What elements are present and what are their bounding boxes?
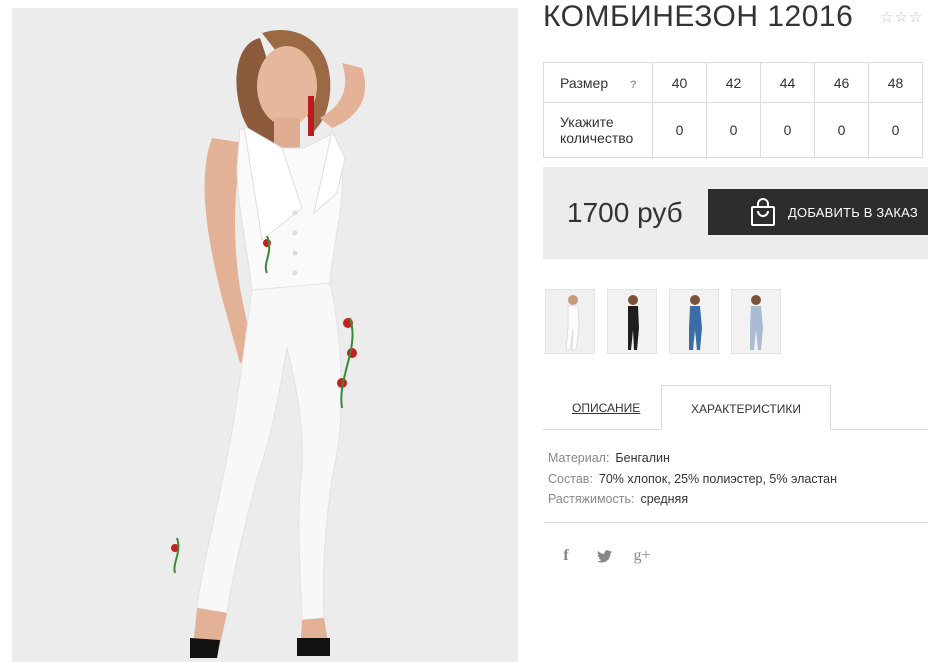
- product-photo[interactable]: [12, 8, 518, 662]
- spec-key: Растяжимость:: [548, 492, 635, 506]
- thumbnail-light-blue[interactable]: [731, 289, 781, 354]
- quantity-label-line1: Укажите: [560, 114, 614, 130]
- spec-row: Растяжимость: средняя: [548, 489, 837, 510]
- price-box: 1700 руб ДОБАВИТЬ В ЗАКАЗ: [543, 167, 928, 259]
- quantity-input[interactable]: 0: [652, 102, 707, 158]
- size-cell: 46: [814, 62, 869, 103]
- size-cell: 42: [706, 62, 761, 103]
- price-value: 1700 руб: [567, 197, 683, 228]
- size-row: Размер ? 40 42 44 46 48: [543, 62, 923, 103]
- quantity-input[interactable]: 0: [868, 102, 923, 158]
- thumbnail-black[interactable]: [607, 289, 657, 354]
- quantity-label-cell: Укажите количество: [543, 102, 653, 158]
- spec-value: средняя: [640, 492, 689, 506]
- specs-list: Материал: Бенгалин Состав: 70% хлопок, 25%…: [548, 448, 837, 510]
- quantity-input[interactable]: 0: [814, 102, 869, 158]
- size-cell: 40: [652, 62, 707, 103]
- spec-value: 70% хлопок, 25% полиэстер, 5% эластан: [598, 471, 838, 486]
- google-plus-icon[interactable]: g+: [631, 546, 653, 566]
- spec-value: Бенгалин: [615, 451, 670, 465]
- quantity-label-line2: количество: [560, 130, 634, 146]
- shopping-bag-icon: [750, 197, 776, 227]
- social-divider: [545, 522, 928, 523]
- quantity-input[interactable]: 0: [706, 102, 761, 158]
- product-tabs: ОПИСАНИЕ ХАРАКТЕРИСТИКИ: [543, 385, 928, 430]
- add-to-order-label: ДОБАВИТЬ В ЗАКАЗ: [788, 204, 918, 220]
- thumbnail-white[interactable]: [545, 289, 595, 354]
- spec-key: Материал:: [548, 451, 610, 465]
- facebook-icon[interactable]: f: [559, 546, 573, 566]
- size-cell: 48: [868, 62, 923, 103]
- product-title: КОМБИНЕЗОН 12016: [543, 0, 854, 33]
- twitter-icon[interactable]: [595, 546, 613, 566]
- spec-row: Состав: 70% хлопок, 25% полиэстер, 5% эла…: [548, 469, 837, 490]
- spec-key: Состав:: [548, 471, 593, 486]
- tab-characteristics[interactable]: ХАРАКТЕРИСТИКИ: [661, 385, 831, 430]
- size-cell: 44: [760, 62, 815, 103]
- size-help-icon[interactable]: ?: [630, 79, 637, 91]
- size-label-cell: Размер ?: [543, 62, 653, 103]
- size-table: Размер ? 40 42 44 46 48 Укажите количест…: [543, 62, 923, 158]
- quantity-input[interactable]: 0: [760, 102, 815, 158]
- model-illustration: [12, 8, 518, 662]
- spec-row: Материал: Бенгалин: [548, 448, 837, 469]
- tab-description[interactable]: ОПИСАНИЕ: [572, 401, 640, 415]
- quantity-row: Укажите количество 0 0 0 0 0: [543, 102, 923, 158]
- thumbnail-blue[interactable]: [669, 289, 719, 354]
- size-label: Размер: [560, 74, 609, 91]
- rating-stars[interactable]: ☆☆☆: [880, 8, 923, 26]
- add-to-order-button[interactable]: ДОБАВИТЬ В ЗАКАЗ: [708, 189, 928, 235]
